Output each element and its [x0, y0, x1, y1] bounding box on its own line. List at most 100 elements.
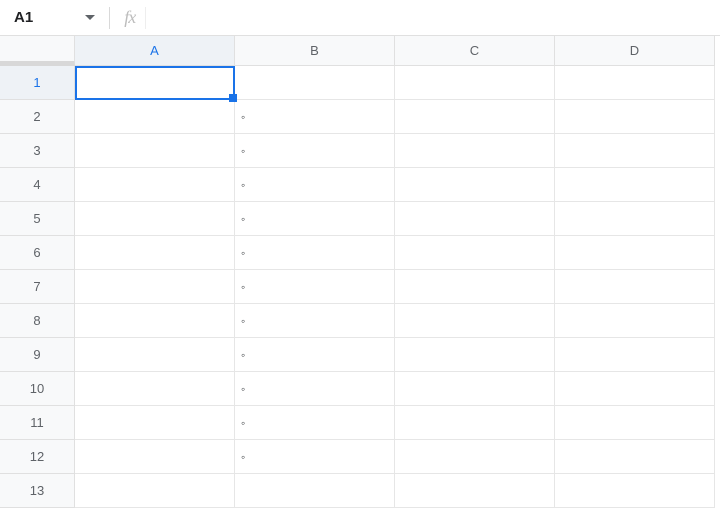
row-header[interactable]: 7: [0, 270, 75, 304]
cell-value: ◦: [241, 212, 245, 226]
cell[interactable]: [75, 304, 235, 338]
cell-value: ◦: [241, 314, 245, 328]
cell[interactable]: [555, 202, 715, 236]
row-header[interactable]: 12: [0, 440, 75, 474]
cell[interactable]: [75, 134, 235, 168]
divider: [109, 7, 110, 29]
column-header-a[interactable]: A: [75, 36, 235, 66]
cell[interactable]: [555, 100, 715, 134]
cell[interactable]: [235, 66, 395, 100]
cell[interactable]: [75, 270, 235, 304]
table-row: 5◦: [0, 202, 720, 236]
row-header[interactable]: 11: [0, 406, 75, 440]
cell[interactable]: [75, 440, 235, 474]
cell-value: ◦: [241, 416, 245, 430]
table-row: 9◦: [0, 338, 720, 372]
row-header[interactable]: 8: [0, 304, 75, 338]
table-row: 1: [0, 66, 720, 100]
cell[interactable]: [555, 474, 715, 508]
cell[interactable]: [555, 440, 715, 474]
cell[interactable]: ◦: [235, 236, 395, 270]
cell[interactable]: ◦: [235, 100, 395, 134]
cell[interactable]: [75, 100, 235, 134]
row-header[interactable]: 9: [0, 338, 75, 372]
row-header[interactable]: 4: [0, 168, 75, 202]
name-box[interactable]: A1: [14, 9, 95, 26]
divider: [145, 7, 146, 29]
cell[interactable]: [555, 338, 715, 372]
cell[interactable]: [555, 236, 715, 270]
row-header[interactable]: 3: [0, 134, 75, 168]
cell[interactable]: [75, 66, 235, 100]
cell[interactable]: [395, 66, 555, 100]
cell-value: ◦: [241, 280, 245, 294]
cell[interactable]: ◦: [235, 406, 395, 440]
row-header[interactable]: 13: [0, 474, 75, 508]
column-header-b[interactable]: B: [235, 36, 395, 66]
cell-value: ◦: [241, 178, 245, 192]
cell[interactable]: ◦: [235, 270, 395, 304]
cell-value: ◦: [241, 110, 245, 124]
cell[interactable]: [395, 236, 555, 270]
table-row: 6◦: [0, 236, 720, 270]
table-row: 7◦: [0, 270, 720, 304]
table-row: 10 ◦: [0, 372, 720, 406]
cell[interactable]: [395, 474, 555, 508]
cell[interactable]: [555, 168, 715, 202]
cell[interactable]: [555, 304, 715, 338]
cell[interactable]: [395, 134, 555, 168]
cell[interactable]: [395, 372, 555, 406]
formula-input[interactable]: [156, 0, 720, 35]
cell[interactable]: ◦: [235, 168, 395, 202]
row-header[interactable]: 6: [0, 236, 75, 270]
cell-value: ◦: [241, 450, 245, 464]
table-row: 2◦: [0, 100, 720, 134]
cell[interactable]: [395, 304, 555, 338]
cell[interactable]: [75, 236, 235, 270]
cell[interactable]: [395, 100, 555, 134]
cell-value: ◦: [241, 382, 245, 396]
table-row: 3◦: [0, 134, 720, 168]
cell[interactable]: [75, 338, 235, 372]
table-row: 12 ◦: [0, 440, 720, 474]
table-row: 4◦: [0, 168, 720, 202]
cell[interactable]: [555, 372, 715, 406]
name-box-text: A1: [14, 9, 33, 26]
cell[interactable]: [75, 168, 235, 202]
row-header[interactable]: 5: [0, 202, 75, 236]
cell[interactable]: ◦: [235, 440, 395, 474]
cell-value: ◦: [241, 144, 245, 158]
row-header[interactable]: 2: [0, 100, 75, 134]
cell[interactable]: [555, 406, 715, 440]
table-row: 8◦: [0, 304, 720, 338]
cell[interactable]: ◦: [235, 134, 395, 168]
cell[interactable]: [395, 270, 555, 304]
spreadsheet-grid: A B C D 12◦3◦4◦5◦6◦7◦8◦9◦10◦11◦12◦13: [0, 36, 720, 508]
row-header[interactable]: 1: [0, 66, 75, 100]
cell[interactable]: [75, 372, 235, 406]
cell[interactable]: [395, 406, 555, 440]
cell[interactable]: [395, 202, 555, 236]
cell[interactable]: [555, 134, 715, 168]
cell[interactable]: [75, 474, 235, 508]
cell[interactable]: [395, 440, 555, 474]
cell[interactable]: ◦: [235, 304, 395, 338]
cell[interactable]: [555, 66, 715, 100]
cell[interactable]: [395, 168, 555, 202]
column-header-d[interactable]: D: [555, 36, 715, 66]
cell[interactable]: [395, 338, 555, 372]
cell-value: ◦: [241, 348, 245, 362]
select-all-corner[interactable]: [0, 36, 75, 66]
table-row: 11 ◦: [0, 406, 720, 440]
cell[interactable]: [75, 406, 235, 440]
cell[interactable]: [235, 474, 395, 508]
cell[interactable]: ◦: [235, 372, 395, 406]
cell[interactable]: ◦: [235, 202, 395, 236]
row-header[interactable]: 10: [0, 372, 75, 406]
formula-bar: A1 fx: [0, 0, 720, 36]
cell[interactable]: ◦: [235, 338, 395, 372]
cell[interactable]: [555, 270, 715, 304]
column-header-c[interactable]: C: [395, 36, 555, 66]
column-headers: A B C D: [0, 36, 720, 66]
cell[interactable]: [75, 202, 235, 236]
